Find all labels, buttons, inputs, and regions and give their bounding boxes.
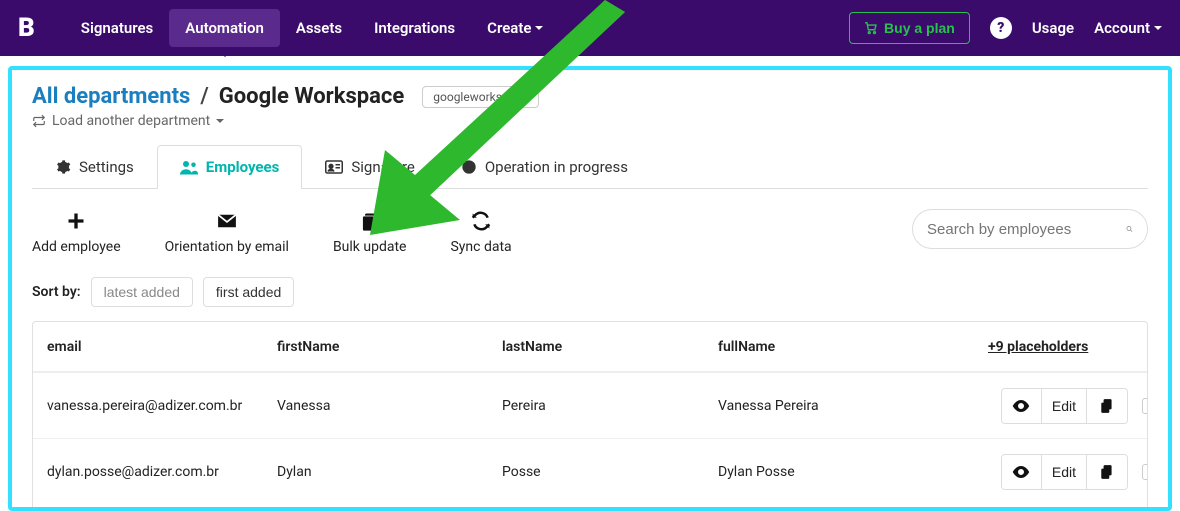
clipboard-icon [1100,464,1114,480]
header-fullname: fullName [718,339,988,355]
nav-label: Automation [185,19,264,37]
cell-email: vanessa.pereira@adizer.com.br [47,398,277,414]
cell-fullname: Dylan Posse [718,464,988,480]
tabs: Settings Employees Signature Operation i… [32,145,1148,189]
envelope-icon [216,213,238,229]
sync-data-button[interactable]: Sync data [450,209,511,255]
buy-plan-label: Buy a plan [884,20,955,36]
employees-table: email firstName lastName fullName +9 pla… [32,321,1148,511]
search-input[interactable] [927,221,1126,238]
tab-operation[interactable]: Operation in progress [438,145,651,188]
table-header: email firstName lastName fullName +9 pla… [33,322,1147,372]
view-button[interactable] [1002,455,1042,489]
nav-label: Integrations [374,19,455,37]
id-card-icon [325,160,343,174]
cell-firstname: Dylan [277,464,502,480]
eye-icon [1012,400,1030,412]
copy-button[interactable] [1087,455,1127,489]
nav-usage[interactable]: Usage [1032,19,1074,37]
nav-label: Signatures [81,19,153,37]
cell-fullname: Vanessa Pereira [718,398,988,414]
nav-label: Usage [1032,19,1074,37]
nav-right: Buy a plan ? Usage Account [849,12,1162,44]
row-actions: Edit [988,388,1148,424]
top-nav: B Signatures Automation Assets Integrati… [0,0,1180,56]
content-shell: All departments / Google Workspace googl… [8,66,1172,511]
edit-button[interactable]: Edit [1042,455,1087,489]
swap-icon [32,114,46,128]
sort-row: Sort by: latest added first added [32,277,1148,307]
row-checkbox[interactable] [1142,398,1148,414]
tab-signature[interactable]: Signature [302,145,438,188]
cell-lastname: Pereira [502,398,718,414]
search-icon [1126,220,1133,238]
nav-create[interactable]: Create [471,9,559,47]
help-icon[interactable]: ? [990,17,1012,39]
breadcrumb-current: Google Workspace [219,84,405,109]
nav-label: Create [487,19,531,37]
tab-label: Settings [79,158,134,176]
tab-settings[interactable]: Settings [32,145,157,188]
search-box[interactable] [912,209,1148,249]
cart-icon [864,21,878,35]
department-slug: googleworkspace [422,86,539,108]
bulk-update-button[interactable]: Bulk update [333,209,407,255]
sort-first-button[interactable]: first added [203,277,294,307]
header-lastname: lastName [502,339,718,355]
cell-email: dylan.posse@adizer.com.br [47,464,277,480]
cell-lastname: Posse [502,464,718,480]
header-firstname: firstName [277,339,502,355]
breadcrumb-sep: / [200,84,208,109]
load-another-department[interactable]: Load another department [32,113,1148,129]
view-button[interactable] [1002,389,1042,423]
nav-items: Signatures Automation Assets Integration… [65,9,560,47]
nav-label: Assets [296,19,342,37]
load-another-label: Load another department [52,113,210,129]
nav-assets[interactable]: Assets [280,9,358,47]
chevron-down-icon [1154,26,1162,34]
tab-label: Employees [206,158,280,176]
nav-label: Account [1094,19,1150,37]
row-actions: Edit [988,454,1148,490]
edit-button[interactable]: Edit [1042,389,1087,423]
clipboard-icon [1100,398,1114,414]
action-bar: Add employee Orientation by email Bulk u… [32,209,1148,255]
orientation-button[interactable]: Orientation by email [165,209,289,255]
eye-icon [1012,466,1030,478]
gear-icon [55,159,71,175]
tab-label: Signature [351,158,415,176]
brand-logo: B [18,13,35,43]
action-label: Orientation by email [165,239,289,255]
nav-automation[interactable]: Automation [169,9,280,47]
chevron-down-icon [216,119,224,127]
clipboard-icon [360,211,380,231]
nav-integrations[interactable]: Integrations [358,9,471,47]
sync-icon [471,211,491,231]
sort-label: Sort by: [32,284,81,300]
sort-latest-button[interactable]: latest added [91,277,193,307]
action-label: Bulk update [333,239,407,255]
plus-icon [66,211,86,231]
users-icon [180,159,198,175]
tab-employees[interactable]: Employees [157,145,303,188]
action-label: Sync data [450,239,511,255]
tab-label: Operation in progress [485,158,628,176]
action-label: Add employee [32,239,121,255]
breadcrumb-root[interactable]: All departments [32,84,190,109]
add-employee-button[interactable]: Add employee [32,209,121,255]
progress-icon [461,159,477,175]
breadcrumb: All departments / Google Workspace googl… [32,84,1148,109]
header-email: email [47,339,277,355]
nav-account[interactable]: Account [1094,19,1162,37]
table-row: dylan.posse@adizer.com.br Dylan Posse Dy… [33,438,1147,504]
copy-button[interactable] [1087,389,1127,423]
table-row: vanessa.pereira@adizer.com.br Vanessa Pe… [33,372,1147,438]
chevron-down-icon [535,26,543,34]
cell-firstname: Vanessa [277,398,502,414]
nav-signatures[interactable]: Signatures [65,9,169,47]
header-placeholders[interactable]: +9 placeholders [988,339,1088,355]
buy-plan-button[interactable]: Buy a plan [849,12,970,44]
row-checkbox[interactable] [1142,464,1148,480]
